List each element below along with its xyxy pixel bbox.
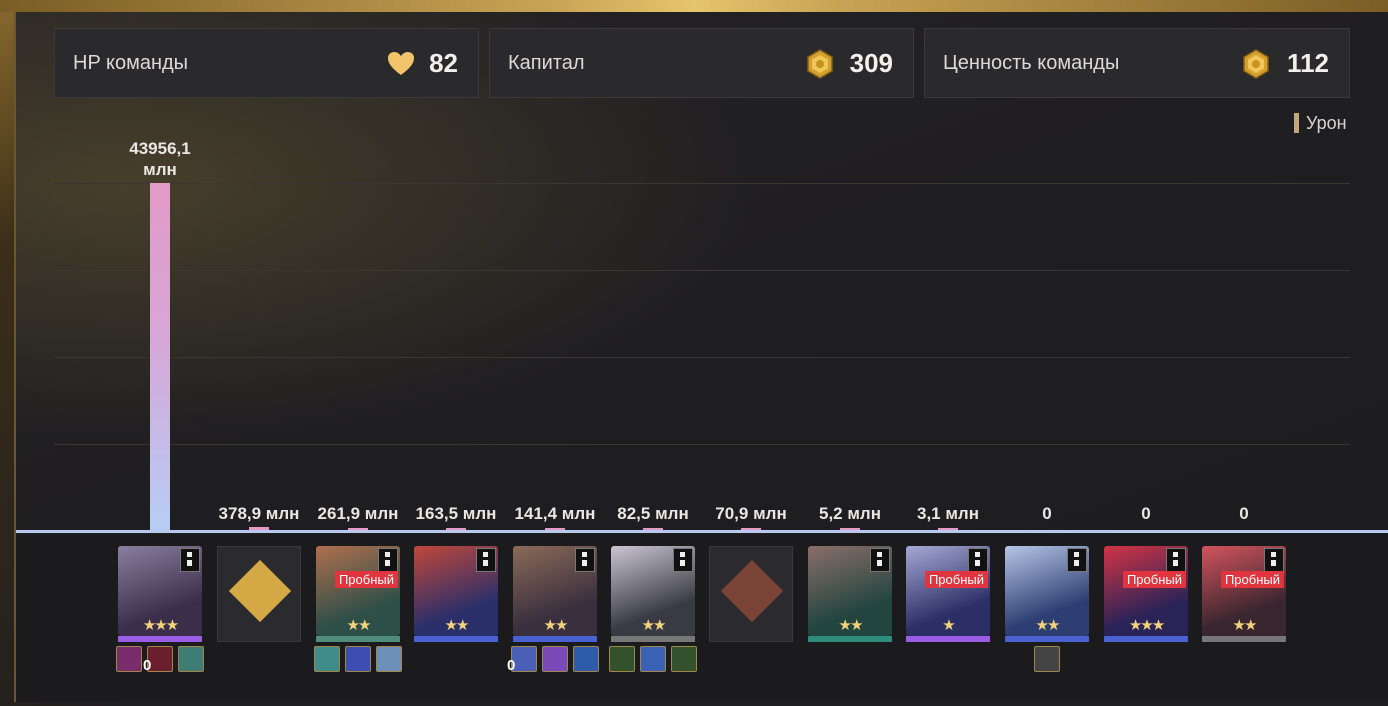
star-rating: ★★ <box>543 617 569 634</box>
rarity-bar <box>118 636 202 642</box>
damage-bar-label: 0 <box>1239 504 1249 523</box>
trial-badge: Пробный <box>1122 571 1186 588</box>
team-value-value: 112 <box>1287 48 1329 78</box>
relic-icon[interactable] <box>542 646 568 672</box>
rarity-bar <box>1005 636 1089 642</box>
character-slot[interactable]: Пробный ★★ <box>1202 546 1286 642</box>
star-rating: ★★ <box>346 617 372 634</box>
event-slot[interactable] <box>709 546 793 642</box>
team-hp-card: HP команды 82 <box>54 28 479 98</box>
relic-icon[interactable] <box>573 646 599 672</box>
star-rating: ★★ <box>641 617 667 634</box>
info-icon[interactable] <box>1067 548 1087 572</box>
grid-line <box>54 270 1350 271</box>
path-diamond-icon <box>228 559 292 623</box>
legend-label: Урон <box>1306 113 1347 133</box>
damage-bar-label: 43956,1 млн <box>129 139 191 179</box>
relic-icon[interactable] <box>376 646 402 672</box>
rarity-bar <box>1104 636 1188 642</box>
damage-bar-label: 82,5 млн <box>617 504 689 523</box>
star-rating: ★★ <box>1035 617 1061 634</box>
damage-bar-label: 378,9 млн <box>218 504 300 523</box>
damage-bar-label: 3,1 млн <box>917 504 979 523</box>
info-icon[interactable] <box>1166 548 1186 572</box>
grid-line <box>54 183 1350 184</box>
team-value-label: Ценность команды <box>943 52 1120 74</box>
chart-legend: Урон <box>1294 113 1347 134</box>
gold-coin-icon <box>1243 49 1269 79</box>
rarity-bar <box>513 636 597 642</box>
legend-swatch <box>1294 113 1299 133</box>
relic-count: 0 <box>507 657 516 674</box>
capital-card: Капитал 309 <box>489 28 914 98</box>
damage-bar-label: 5,2 млн <box>819 504 881 523</box>
damage-bar <box>150 183 170 530</box>
info-icon[interactable] <box>870 548 890 572</box>
relic-icon[interactable] <box>116 646 142 672</box>
relic-icon[interactable] <box>640 646 666 672</box>
damage-bar-label: 0 <box>1042 504 1052 523</box>
info-icon[interactable] <box>180 548 200 572</box>
star-rating: ★ <box>942 617 955 634</box>
gold-top-strip <box>0 0 1388 12</box>
damage-bar-label: 0 <box>1141 504 1151 523</box>
info-icon[interactable] <box>968 548 988 572</box>
grid-line <box>54 357 1350 358</box>
team-value-card: Ценность команды 112 <box>924 28 1350 98</box>
damage-bar-label: 261,9 млн <box>317 504 399 523</box>
team-hp-label: HP команды <box>73 52 189 74</box>
relic-icon[interactable] <box>314 646 340 672</box>
event-slot[interactable] <box>217 546 301 642</box>
character-slot[interactable]: Пробный ★★★ <box>1104 546 1188 642</box>
character-slot[interactable]: ★★ <box>414 546 498 642</box>
trial-badge: Пробный <box>1220 571 1284 588</box>
rarity-bar <box>906 636 990 642</box>
info-icon[interactable] <box>673 548 693 572</box>
relic-icon[interactable] <box>609 646 635 672</box>
star-rating: ★★ <box>838 617 864 634</box>
rarity-bar <box>808 636 892 642</box>
relic-icon[interactable] <box>1034 646 1060 672</box>
character-slot[interactable]: ★★ <box>808 546 892 642</box>
star-rating: ★★ <box>1232 617 1258 634</box>
character-slot[interactable]: Пробный ★★ <box>316 546 400 642</box>
heart-icon <box>388 52 414 75</box>
info-icon[interactable] <box>378 548 398 572</box>
star-rating: ★★ <box>444 617 470 634</box>
info-icon[interactable] <box>1264 548 1284 572</box>
grid-line <box>54 444 1350 445</box>
rarity-bar <box>414 636 498 642</box>
character-slot[interactable]: Пробный ★ <box>906 546 990 642</box>
damage-bar-label: 70,9 млн <box>715 504 787 523</box>
capital-label: Капитал <box>508 52 585 74</box>
character-slot[interactable]: ★★ <box>611 546 695 642</box>
info-icon[interactable] <box>575 548 595 572</box>
relic-icon[interactable] <box>178 646 204 672</box>
capital-value: 309 <box>849 48 893 78</box>
damage-bar-label: 141,4 млн <box>514 504 596 523</box>
rarity-bar <box>611 636 695 642</box>
star-rating: ★★★ <box>142 617 179 634</box>
gold-coin-icon <box>807 49 833 79</box>
character-slot[interactable]: ★★★ <box>118 546 202 642</box>
relic-icon[interactable] <box>671 646 697 672</box>
relic-count: 0 <box>143 657 152 674</box>
chart-baseline <box>16 530 1388 533</box>
rarity-bar <box>316 636 400 642</box>
info-icon[interactable] <box>476 548 496 572</box>
star-rating: ★★★ <box>1128 617 1165 634</box>
path-diamond-icon <box>720 559 784 623</box>
rarity-bar <box>1202 636 1286 642</box>
trial-badge: Пробный <box>924 571 988 588</box>
team-hp-value: 82 <box>429 48 458 78</box>
relic-icon[interactable] <box>345 646 371 672</box>
character-slot[interactable]: ★★ <box>513 546 597 642</box>
trial-badge: Пробный <box>334 571 398 588</box>
damage-bar-label: 163,5 млн <box>415 504 497 523</box>
character-slot[interactable]: ★★ <box>1005 546 1089 642</box>
